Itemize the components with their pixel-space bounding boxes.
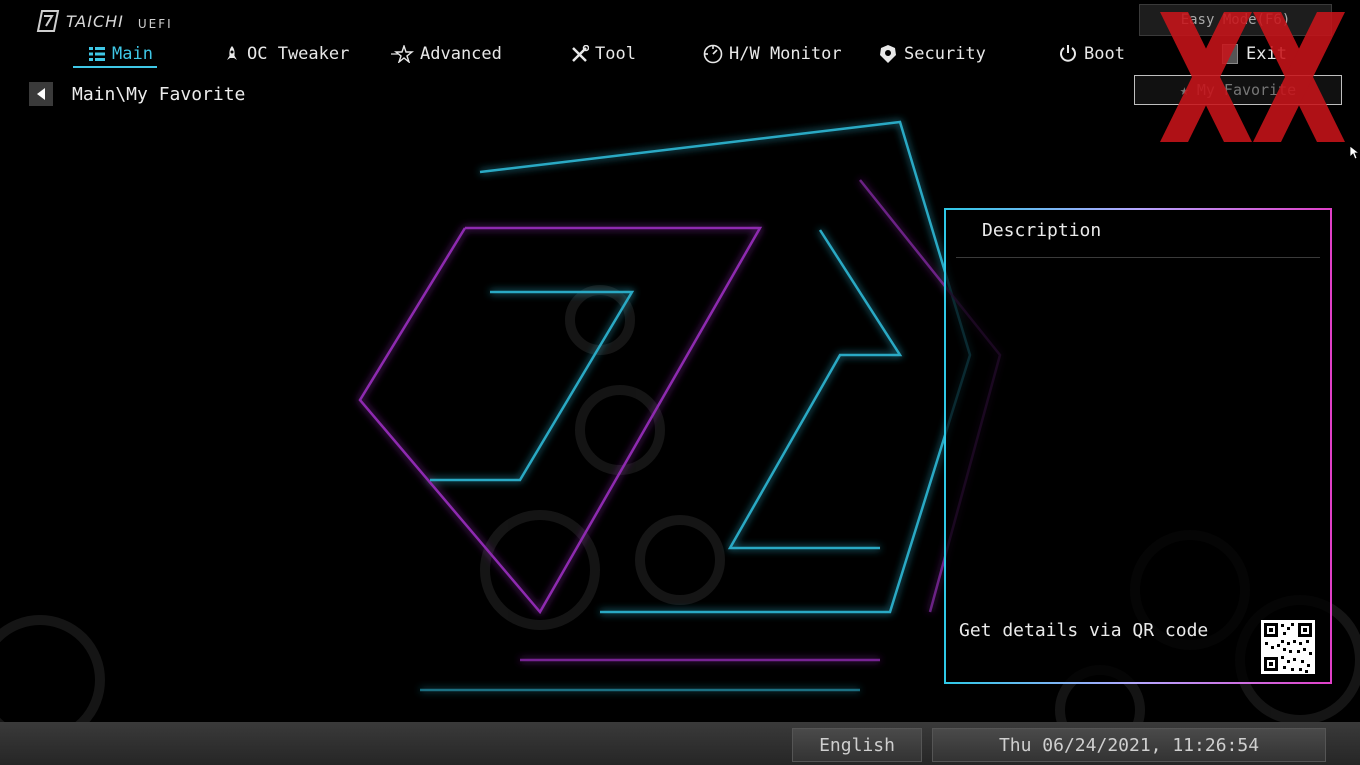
tab-boot-label: Boot <box>1084 44 1125 64</box>
brand-name: TAICHI <box>66 11 124 31</box>
tab-boot[interactable]: Boot <box>1058 40 1125 68</box>
tab-advanced-label: Advanced <box>420 44 502 64</box>
tab-security-label: Security <box>904 44 986 64</box>
easy-mode-button[interactable]: Easy Mode(F6) <box>1139 4 1332 36</box>
active-tab-indicator <box>73 66 157 68</box>
tab-tool[interactable]: Tool <box>571 40 636 68</box>
star-icon <box>391 45 414 63</box>
taichi-logo-icon <box>36 10 60 32</box>
tab-tool-label: Tool <box>595 44 636 64</box>
tab-oc-tweaker-label: OC Tweaker <box>247 44 350 64</box>
datetime-display: Thu 06/24/2021, 11:26:54 <box>932 728 1326 762</box>
description-panel: Description Get details via QR code <box>944 208 1332 684</box>
my-favorite-label: My Favorite <box>1196 81 1297 99</box>
breadcrumb: Main\My Favorite <box>72 84 246 105</box>
mouse-cursor-icon <box>1350 146 1360 160</box>
tab-advanced[interactable]: Advanced <box>390 40 502 68</box>
arrow-left-icon <box>37 88 45 100</box>
tab-hw-monitor-label: H/W Monitor <box>729 44 842 64</box>
tab-main-label: Main <box>112 44 153 64</box>
monitor-icon <box>703 44 723 64</box>
description-title: Description <box>982 220 1102 241</box>
power-icon <box>1060 45 1076 62</box>
qr-label: Get details via QR code <box>959 620 1209 641</box>
brand: TAICHI UEFI <box>36 8 173 34</box>
tools-icon <box>572 45 589 62</box>
rocket-icon <box>227 46 237 60</box>
shield-icon <box>880 45 896 63</box>
tab-hw-monitor[interactable]: H/W Monitor <box>703 40 842 68</box>
tab-exit-label: Exit <box>1246 44 1287 64</box>
description-divider <box>956 257 1320 258</box>
my-favorite-button[interactable]: ★ My Favorite <box>1134 75 1342 105</box>
qr-code-icon <box>1261 620 1315 674</box>
list-icon <box>89 47 105 61</box>
language-button[interactable]: English <box>792 728 922 762</box>
tab-security[interactable]: Security <box>878 40 986 68</box>
tab-main[interactable]: Main <box>88 40 153 68</box>
exit-icon <box>1222 44 1238 64</box>
back-button[interactable] <box>29 82 53 106</box>
brand-suffix: UEFI <box>137 17 173 31</box>
favorite-star-icon: ★ <box>1179 81 1189 99</box>
tab-exit[interactable]: Exit <box>1222 40 1287 68</box>
tab-oc-tweaker[interactable]: OC Tweaker <box>223 40 349 68</box>
